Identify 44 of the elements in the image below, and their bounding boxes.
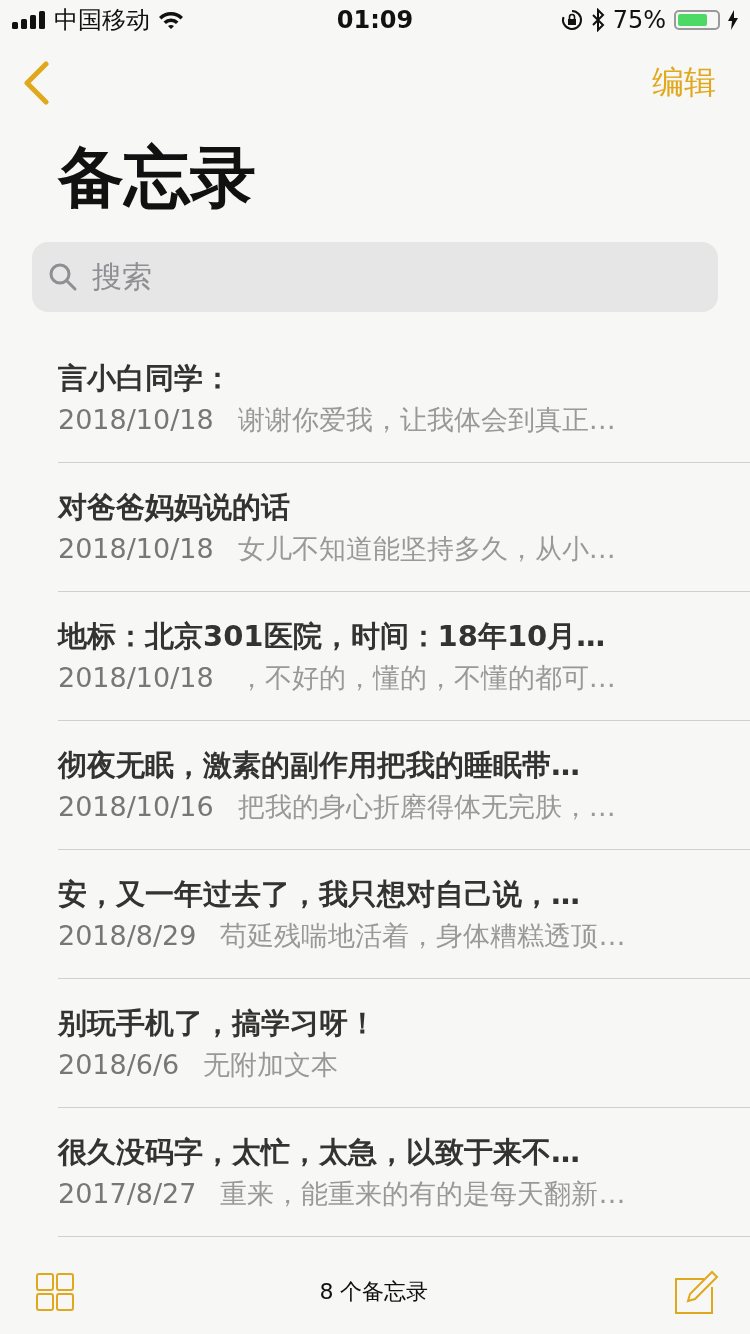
- search-placeholder: 搜索: [92, 257, 152, 296]
- carrier-name: 中国移动: [54, 5, 150, 36]
- charging-icon: [728, 10, 738, 30]
- note-title: 很久没码字，太忙，太急，以致于来不…: [58, 1134, 581, 1171]
- note-preview: 谢谢你爱我，让我体会到真正…: [237, 403, 616, 437]
- note-preview: 无附加文本: [203, 1048, 339, 1082]
- note-date: 2018/8/29: [58, 919, 197, 953]
- note-title: 言小白同学：: [58, 360, 233, 397]
- bluetooth-icon: [590, 8, 605, 32]
- status-time: 01:09: [336, 6, 414, 34]
- note-date: 2018/10/18: [58, 532, 214, 566]
- note-row[interactable]: 很久没码字，太忙，太急，以致于来不… 2017/8/27 重来，能重来的有的是每天翻新…: [58, 1108, 750, 1237]
- page-title: 备忘录: [58, 138, 257, 218]
- note-preview: 把我的身心折磨得体无完肤，…: [237, 790, 616, 824]
- note-preview: 女儿不知道能坚持多久，从小…: [237, 532, 616, 566]
- note-title: 对爸爸妈妈说的话: [58, 489, 291, 526]
- note-row[interactable]: 地标：北京301医院，时间：18年10月… 2018/10/18 ，不好的，懂的，不懂的都可…: [58, 592, 750, 721]
- note-row[interactable]: 言小白同学： 2018/10/18 谢谢你爱我，让我体会到真正…: [58, 334, 750, 463]
- note-title: 彻夜无眠，激素的副作用把我的睡眠带…: [58, 747, 581, 784]
- wifi-icon: [158, 10, 184, 30]
- note-title: 安，又一年过去了，我只想对自己说，…: [58, 876, 581, 913]
- note-date: 2018/10/18: [58, 661, 214, 695]
- note-row[interactable]: 安，又一年过去了，我只想对自己说，… 2018/8/29 苟延残喘地活着，身体糟糕透顶…: [58, 850, 750, 979]
- note-date: 2018/10/18: [58, 403, 214, 437]
- back-icon[interactable]: [22, 61, 50, 105]
- note-row[interactable]: 对爸爸妈妈说的话 2018/10/18 女儿不知道能坚持多久，从小…: [58, 463, 750, 592]
- search-icon: [48, 262, 78, 292]
- note-date: 2018/6/6: [58, 1048, 180, 1082]
- battery-icon: [674, 10, 720, 30]
- gallery-icon[interactable]: [36, 1273, 74, 1311]
- note-date: 2017/8/27: [58, 1177, 197, 1211]
- note-preview: 苟延残喘地活着，身体糟糕透顶…: [220, 919, 626, 953]
- note-row[interactable]: 彻夜无眠，激素的副作用把我的睡眠带… 2018/10/16 把我的身心折磨得体无完肤，…: [58, 721, 750, 850]
- note-count: 8 个备忘录: [319, 1278, 429, 1306]
- note-row[interactable]: 别玩手机了，搞学习呀！ 2018/6/6 无附加文本: [58, 979, 750, 1108]
- battery-percent: 75%: [612, 6, 666, 34]
- note-preview: ，不好的，懂的，不懂的都可…: [237, 661, 616, 695]
- note-date: 2018/10/16: [58, 790, 214, 824]
- signal-icon: [12, 11, 46, 29]
- rotation-lock-icon: [560, 9, 583, 31]
- note-preview: 重来，能重来的有的是每天翻新…: [220, 1177, 626, 1211]
- note-title: 地标：北京301医院，时间：18年10月…: [58, 618, 607, 655]
- note-title: 别玩手机了，搞学习呀！: [58, 1005, 378, 1042]
- compose-icon[interactable]: [674, 1269, 720, 1315]
